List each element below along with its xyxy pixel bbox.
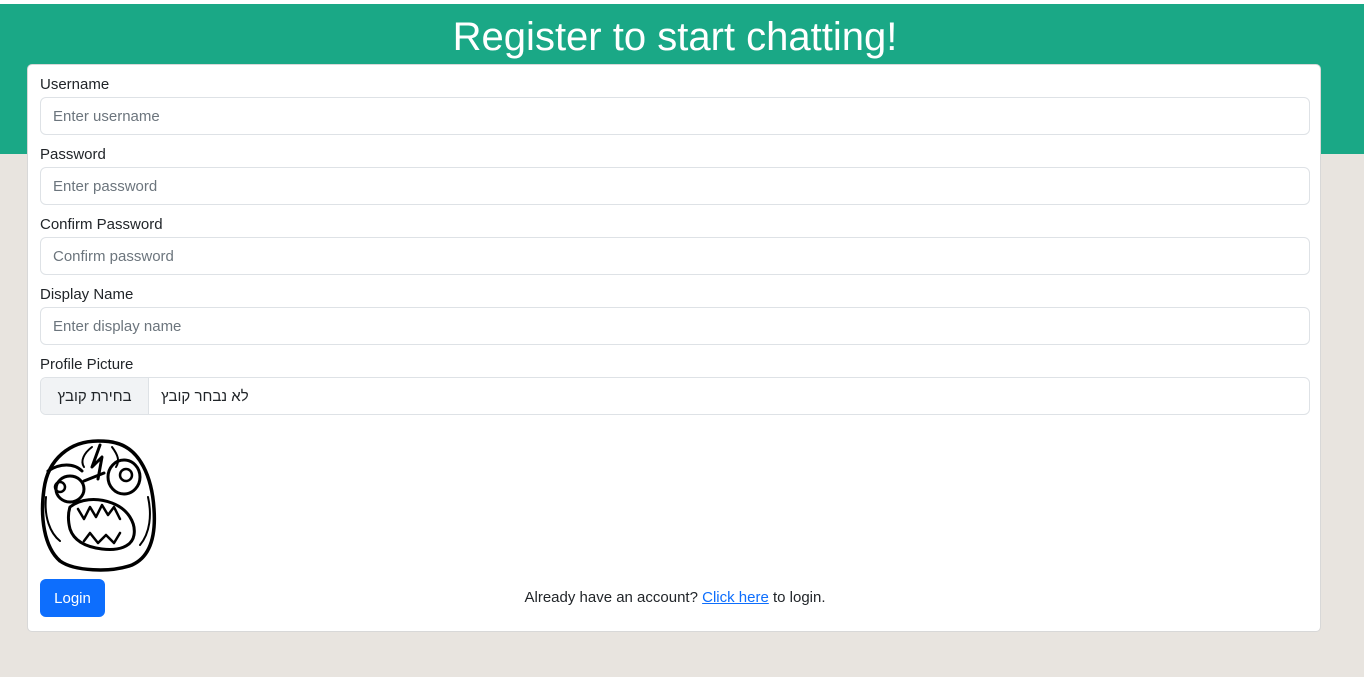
username-label: Username	[40, 76, 110, 93]
choose-file-button[interactable]: בחירת קובץ	[41, 378, 149, 414]
profile-picture-label: Profile Picture	[40, 356, 134, 373]
page-title: Register to start chatting!	[452, 15, 898, 59]
register-card: Username Password Confirm Password Displ…	[27, 64, 1321, 632]
profile-preview-image	[40, 439, 157, 572]
confirm-password-group: Confirm Password	[40, 215, 1310, 275]
confirm-password-input[interactable]	[40, 237, 1310, 275]
file-status-text: לא נבחר קובץ	[161, 387, 249, 405]
login-prompt: Already have an account? Click here to l…	[28, 589, 1322, 606]
password-input[interactable]	[40, 167, 1310, 205]
username-group: Username	[40, 75, 1310, 135]
display-name-group: Display Name	[40, 285, 1310, 345]
profile-picture-group: Profile Picture בחירת קובץ לא נבחר קובץ	[40, 355, 1310, 415]
display-name-label: Display Name	[40, 286, 134, 303]
login-prompt-suffix: to login.	[768, 589, 826, 606]
profile-picture-file-input[interactable]: בחירת קובץ לא נבחר קובץ	[40, 377, 1310, 415]
login-prompt-prefix: Already have an account?	[524, 589, 703, 606]
display-name-input[interactable]	[40, 307, 1310, 345]
username-input[interactable]	[40, 97, 1310, 135]
confirm-password-label: Confirm Password	[40, 216, 163, 233]
click-here-link[interactable]: Click here	[702, 589, 769, 606]
password-label: Password	[40, 146, 106, 163]
password-group: Password	[40, 145, 1310, 205]
